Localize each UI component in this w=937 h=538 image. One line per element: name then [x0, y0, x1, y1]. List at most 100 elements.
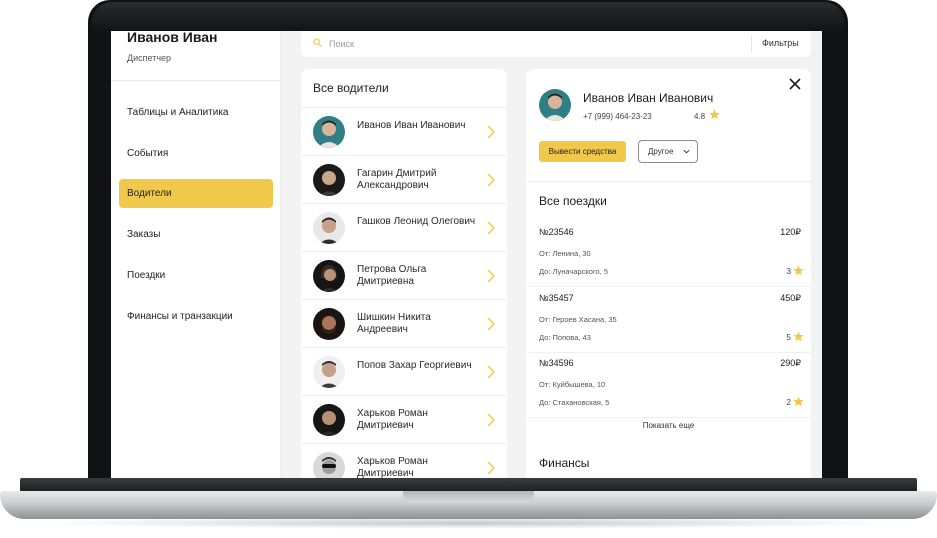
- trip-price: 120₽: [780, 227, 801, 237]
- trip-price: 290₽: [780, 358, 801, 368]
- driver-avatar: [313, 212, 345, 244]
- trip-from-label: От:: [539, 249, 551, 258]
- search-icon: [313, 38, 322, 47]
- sidebar-item-drivers[interactable]: Водители: [119, 179, 273, 208]
- trip-from: От: Героев Хасана, 35: [539, 315, 617, 324]
- driver-avatar: [313, 116, 345, 148]
- detail-rating: 4.8: [694, 112, 706, 121]
- sidebar-divider: [111, 80, 281, 81]
- trip-from-address: Куйбышева, 10: [552, 380, 606, 389]
- driver-avatar: [313, 308, 345, 340]
- trip-id: №23546: [539, 227, 574, 237]
- sidebar-item-orders[interactable]: Заказы: [119, 220, 273, 249]
- driver-name: Шишкин Никита Андреевич: [357, 312, 431, 335]
- driver-row[interactable]: Петрова Ольга Дмитриевна: [301, 252, 507, 300]
- chevron-right-icon: [487, 461, 495, 475]
- user-role: Диспетчер: [127, 53, 172, 63]
- driver-name: Гашков Леонид Олегович: [357, 216, 476, 227]
- driver-row[interactable]: Гагарин Дмитрий Александрович: [301, 156, 507, 204]
- star-icon: [709, 109, 720, 120]
- sidebar-item-trips[interactable]: Поездки: [119, 261, 273, 290]
- driver-name: Харьков Роман Дмитриевич: [357, 408, 428, 431]
- driver-row[interactable]: Иванов Иван Иванович: [301, 108, 507, 156]
- trip-to-address: Стахановская, 5: [552, 398, 610, 407]
- chevron-right-icon: [487, 365, 495, 379]
- trip-from-address: Ленина, 30: [552, 249, 591, 258]
- driver-avatar: [313, 452, 345, 478]
- driver-detail-panel: Иванов Иван Иванович +7 (999) 464-23-23 …: [526, 69, 811, 478]
- driver-name: Попов Захар Георгиевич: [357, 360, 472, 371]
- detail-phone: +7 (999) 464-23-23: [583, 112, 652, 121]
- sidebar-item-analytics[interactable]: Таблицы и Аналитика: [119, 98, 273, 127]
- driver-name: Гагарин Дмитрий Александрович: [357, 168, 437, 191]
- chevron-right-icon: [487, 125, 495, 139]
- withdraw-funds-button[interactable]: Вывести средства: [539, 141, 626, 162]
- driver-row[interactable]: Попов Захар Георгиевич: [301, 348, 507, 396]
- trip-rating: 2: [786, 398, 791, 407]
- close-icon[interactable]: [788, 77, 802, 91]
- trip-item[interactable]: №23546 120₽ От: Ленина, 30 До: Луначарск…: [526, 221, 811, 287]
- app-screen: Иванов Иван Диспетчер Таблицы и Аналитик…: [111, 31, 822, 478]
- detail-avatar: [539, 89, 571, 121]
- trip-from: От: Куйбышева, 10: [539, 380, 605, 389]
- chevron-right-icon: [487, 173, 495, 187]
- driver-row[interactable]: Харьков Роман Дмитриевич: [301, 396, 507, 444]
- other-dropdown[interactable]: Другое: [638, 140, 698, 163]
- detail-driver-name: Иванов Иван Иванович: [583, 91, 714, 105]
- driver-avatar: [313, 404, 345, 436]
- trip-to: До: Попова, 43: [539, 333, 591, 342]
- show-more-button[interactable]: Показать еще: [526, 421, 811, 430]
- trip-to-address: Попова, 43: [552, 333, 591, 342]
- chevron-down-icon: [683, 149, 690, 154]
- trip-from-label: От:: [539, 315, 551, 324]
- trip-from: От: Ленина, 30: [539, 249, 591, 258]
- other-dropdown-label: Другое: [648, 147, 674, 156]
- trip-item[interactable]: №34596 290₽ От: Куйбышева, 10 До: Стахан…: [526, 352, 811, 418]
- driver-row[interactable]: Шишкин Никита Андреевич: [301, 300, 507, 348]
- trip-to-label: До:: [539, 267, 551, 276]
- trip-item[interactable]: №35457 450₽ От: Героев Хасана, 35 До: По…: [526, 287, 811, 353]
- driver-avatar: [313, 356, 345, 388]
- trip-to: До: Луначарского, 5: [539, 267, 608, 276]
- chevron-right-icon: [487, 317, 495, 331]
- user-name: Иванов Иван: [127, 31, 218, 45]
- laptop-bezel-top: [92, 2, 844, 32]
- trip-id: №35457: [539, 293, 574, 303]
- drivers-title: Все водители: [313, 81, 389, 95]
- search-bar: Фильтры: [301, 31, 811, 57]
- sidebar-item-events[interactable]: События: [119, 139, 273, 168]
- finance-title: Финансы: [539, 456, 590, 470]
- chevron-right-icon: [487, 269, 495, 283]
- trip-from-label: От:: [539, 380, 551, 389]
- driver-row[interactable]: Гашков Леонид Олегович: [301, 204, 507, 252]
- trip-price: 450₽: [780, 293, 801, 303]
- trip-to-address: Луначарского, 5: [552, 267, 609, 276]
- driver-name: Харьков Роман Дмитриевич: [357, 456, 428, 478]
- star-icon: [793, 331, 804, 342]
- trip-rating: 5: [786, 333, 791, 342]
- driver-row[interactable]: Харьков Роман Дмитриевич: [301, 444, 507, 478]
- search-input[interactable]: [329, 36, 739, 52]
- trip-to: До: Стахановская, 5: [539, 398, 609, 407]
- trip-rating: 3: [786, 267, 791, 276]
- sidebar: Иванов Иван Диспетчер Таблицы и Аналитик…: [111, 31, 281, 478]
- star-icon: [793, 265, 804, 276]
- laptop-notch: [403, 491, 534, 503]
- sidebar-item-finance[interactable]: Финансы и транзакции: [119, 302, 273, 331]
- detail-divider: [526, 181, 811, 182]
- chevron-right-icon: [487, 221, 495, 235]
- trip-id: №34596: [539, 358, 574, 368]
- trip-to-label: До:: [539, 333, 551, 342]
- star-icon: [793, 396, 804, 407]
- filter-divider: [751, 35, 752, 53]
- driver-avatar: [313, 260, 345, 292]
- drivers-panel: Все водители Иванов Иван Иванович Гагари…: [301, 69, 507, 478]
- filters-button[interactable]: Фильтры: [762, 38, 799, 48]
- driver-avatar: [313, 164, 345, 196]
- trip-to-label: До:: [539, 398, 551, 407]
- laptop-hinge: [20, 478, 917, 492]
- trips-title: Все поездки: [539, 194, 607, 208]
- trip-from-address: Героев Хасана, 35: [552, 315, 617, 324]
- chevron-right-icon: [487, 413, 495, 427]
- driver-name: Иванов Иван Иванович: [357, 120, 466, 131]
